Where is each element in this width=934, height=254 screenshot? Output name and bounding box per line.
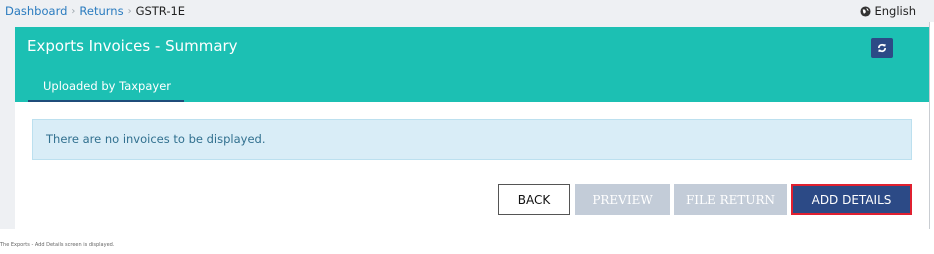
- info-message: There are no invoices to be displayed.: [32, 119, 912, 160]
- summary-panel: Exports Invoices - Summary Uploaded by T…: [15, 27, 929, 229]
- refresh-button[interactable]: [871, 38, 893, 58]
- top-bar: Dashboard › Returns › GSTR-1E English: [0, 0, 934, 22]
- language-selector[interactable]: English: [860, 4, 916, 18]
- breadcrumb-returns[interactable]: Returns: [79, 4, 123, 18]
- content-frame: Exports Invoices - Summary Uploaded by T…: [0, 22, 930, 229]
- figure-caption: The Exports - Add Details screen is disp…: [0, 242, 115, 248]
- panel-header: Exports Invoices - Summary Uploaded by T…: [15, 27, 929, 102]
- language-label: English: [874, 4, 916, 18]
- breadcrumb-dashboard[interactable]: Dashboard: [5, 4, 67, 18]
- breadcrumb: Dashboard › Returns › GSTR-1E: [5, 4, 185, 18]
- add-details-button[interactable]: ADD DETAILS: [791, 184, 912, 215]
- breadcrumb-separator: ›: [127, 5, 132, 17]
- globe-icon: [860, 5, 872, 17]
- refresh-icon: [877, 43, 887, 53]
- file-return-button[interactable]: FILE RETURN: [674, 184, 787, 215]
- preview-button[interactable]: PREVIEW: [575, 184, 670, 215]
- tab-uploaded-by-taxpayer[interactable]: Uploaded by Taxpayer: [28, 75, 184, 102]
- back-button[interactable]: BACK: [498, 184, 570, 215]
- breadcrumb-separator: ›: [71, 5, 76, 17]
- breadcrumb-current: GSTR-1E: [135, 4, 186, 18]
- page-title: Exports Invoices - Summary: [27, 37, 238, 55]
